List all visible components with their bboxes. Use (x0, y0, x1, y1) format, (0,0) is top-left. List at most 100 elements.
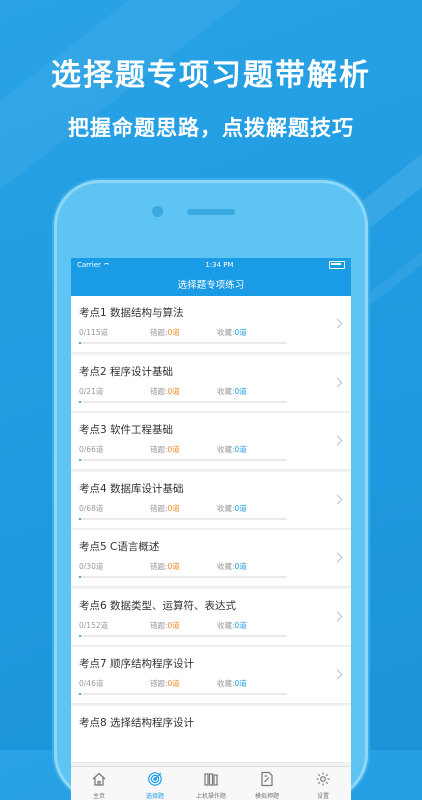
favorite-count: 收藏:0道 (217, 620, 247, 631)
chevron-right-icon (332, 494, 343, 504)
gear-icon (315, 771, 331, 789)
progress-bar (79, 634, 287, 637)
promo-headline: 选择题专项习题带解析 (51, 58, 371, 93)
error-label: 错题: (150, 679, 168, 688)
error-label: 错题: (150, 562, 168, 571)
tab-label: 选择题 (145, 793, 164, 800)
topic-title: 考点8 选择结构程序设计 (79, 716, 195, 729)
error-label: 错题: (150, 445, 168, 454)
tab-target[interactable]: 选择题 (127, 767, 183, 800)
favorite-value: 0道 (234, 386, 247, 396)
error-count: 错题:0道 (150, 678, 180, 689)
favorite-count: 收藏:0道 (217, 503, 247, 514)
progress-count: 0/30道 (79, 562, 104, 571)
favorite-label: 收藏: (217, 328, 235, 337)
tab-gear[interactable]: 设置 (295, 767, 351, 800)
progress-fill (79, 576, 82, 578)
tab-books[interactable]: 上机操作题 (183, 767, 239, 800)
favorite-label: 收藏: (217, 445, 235, 454)
progress-bar (79, 693, 287, 695)
progress-bar (79, 517, 287, 520)
topic-title: 考点2 程序设计基础 (79, 365, 174, 378)
promo-subline: 把握命题思路，点拨解题技巧 (68, 116, 354, 140)
tab-bar: 主页 选择题 上机操作题 模拟押题 设置 (71, 766, 351, 800)
error-value: 0道 (167, 562, 180, 571)
error-value: 0道 (167, 620, 180, 630)
list-item[interactable]: 考点6 数据类型、运算符、表达式 0/152道 错题:0道 收藏:0道 (71, 588, 351, 646)
error-label: 错题: (150, 328, 168, 337)
progress-bar (79, 342, 287, 344)
favorite-count: 收藏:0道 (217, 444, 247, 455)
progress-count: 0/68道 (79, 503, 104, 513)
status-time: 1:34 PM (205, 261, 234, 269)
error-value: 0道 (167, 328, 180, 337)
list-item[interactable]: 考点2 程序设计基础 0/21道 错题:0道 收藏:0道 (71, 354, 351, 412)
favorite-value: 0道 (234, 562, 247, 571)
error-value: 0道 (167, 679, 180, 688)
progress-count: 0/66道 (79, 445, 104, 454)
status-left: Carrier (77, 261, 110, 269)
chevron-right-icon (332, 435, 343, 446)
status-bar: Carrier 1:34 PM (71, 258, 351, 272)
topic-title: 考点5 C语言概述 (79, 541, 160, 553)
favorite-value: 0道 (234, 445, 247, 454)
progress-fill (79, 342, 82, 344)
favorite-value: 0道 (234, 503, 247, 513)
favorite-count: 收藏:0道 (217, 678, 247, 689)
chevron-right-icon (332, 611, 343, 621)
progress-count: 0/115道 (79, 328, 109, 337)
progress-bar (79, 459, 287, 461)
favorite-label: 收藏: (217, 679, 235, 688)
chevron-right-icon (332, 318, 343, 329)
topic-title: 考点7 顺序结构程序设计 (79, 658, 195, 670)
tab-label: 主页 (92, 793, 105, 800)
list-item[interactable]: 考点3 软件工程基础 0/66道 错题:0道 收藏:0道 (71, 413, 351, 470)
favorite-count: 收藏:0道 (217, 561, 247, 572)
camera-dot (152, 206, 163, 217)
error-count: 错题:0道 (150, 386, 180, 397)
error-count: 错题:0道 (150, 620, 180, 631)
chevron-right-icon (332, 552, 343, 563)
topic-title: 考点6 数据类型、运算符、表达式 (79, 599, 237, 612)
progress-fill (79, 517, 82, 520)
progress-count: 0/21道 (79, 386, 104, 396)
phone-frame: Carrier 1:34 PM 选择题专项练习 考点1 数据结构与算法 0/11… (54, 180, 368, 800)
favorite-label: 收藏: (217, 386, 235, 396)
list-item[interactable]: 考点8 选择结构程序设计 (71, 705, 351, 763)
progress-bar (79, 576, 287, 578)
favorite-count: 收藏:0道 (217, 386, 247, 397)
error-count: 错题:0道 (150, 561, 180, 572)
favorite-value: 0道 (234, 328, 247, 337)
chevron-right-icon (332, 669, 343, 680)
tab-document-edit[interactable]: 模拟押题 (239, 767, 295, 800)
tab-label: 模拟押题 (254, 793, 279, 800)
progress-count: 0/46道 (79, 679, 104, 688)
home-icon (91, 771, 107, 789)
list-item[interactable]: 考点4 数据库设计基础 0/68道 错题:0道 收藏:0道 (71, 471, 351, 529)
favorite-label: 收藏: (217, 503, 235, 513)
nav-bar: 选择题专项练习 (71, 272, 351, 296)
error-count: 错题:0道 (150, 444, 180, 455)
favorite-value: 0道 (234, 679, 247, 688)
list-item[interactable]: 考点7 顺序结构程序设计 0/46道 错题:0道 收藏:0道 (71, 647, 351, 704)
progress-fill (79, 459, 82, 461)
target-icon (147, 771, 163, 789)
topic-list[interactable]: 考点1 数据结构与算法 0/115道 错题:0道 收藏:0道 考点2 程序设计基… (71, 296, 351, 763)
progress-bar (79, 400, 287, 403)
tab-home[interactable]: 主页 (71, 767, 127, 800)
list-item[interactable]: 考点1 数据结构与算法 0/115道 错题:0道 收藏:0道 (71, 296, 351, 353)
list-item[interactable]: 考点5 C语言概述 0/30道 错题:0道 收藏:0道 (71, 530, 351, 587)
topic-title: 考点1 数据结构与算法 (79, 307, 184, 319)
chevron-right-icon (332, 377, 343, 387)
error-label: 错题: (150, 503, 168, 513)
document-edit-icon (259, 771, 275, 789)
error-value: 0道 (167, 503, 180, 513)
speaker-slot (187, 209, 235, 215)
error-value: 0道 (167, 386, 180, 396)
progress-fill (79, 634, 82, 637)
carrier-label: Carrier (77, 261, 101, 269)
error-label: 错题: (150, 386, 168, 396)
favorite-value: 0道 (234, 620, 247, 630)
progress-fill (79, 400, 82, 403)
wifi-icon (102, 262, 110, 268)
